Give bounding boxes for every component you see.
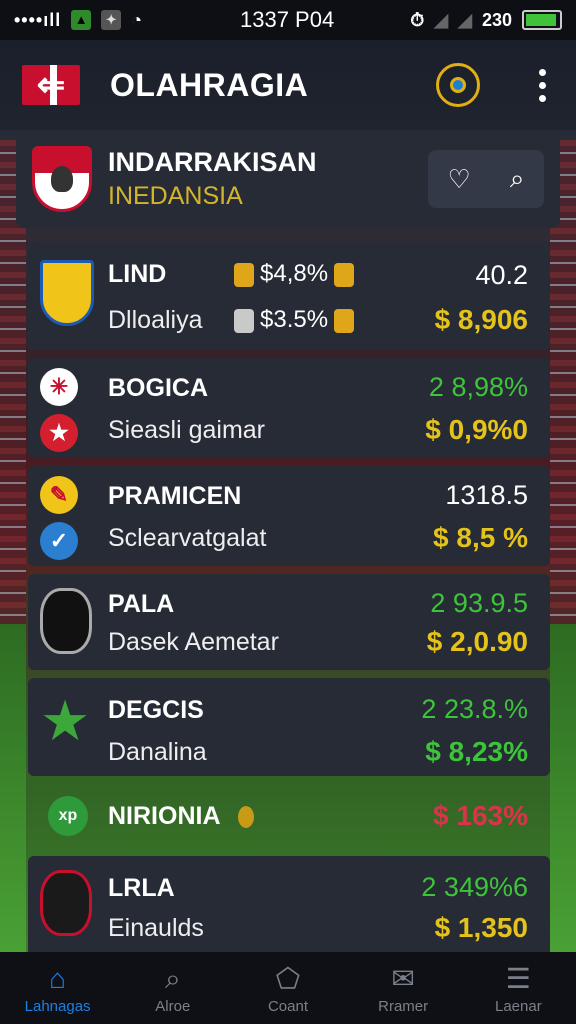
club-name: DEGCIS (108, 696, 204, 724)
home-icon: ⌂ (49, 962, 67, 994)
row-secondary-value: $ 0,9%0 (425, 414, 528, 445)
list-item[interactable]: xp NIRIONIA $ 163% (28, 784, 550, 848)
nav-list[interactable]: ☰ Laenar (463, 962, 573, 1015)
list-item[interactable]: LRLA Einaulds 2 349%6 $ 1,350 (28, 856, 550, 956)
app-notification-icon: ▲ (71, 10, 92, 30)
bottom-navigation: ⌂ Lahnagas ⌕ Alroe ⬠ Coant ✉ Rramer ☰ La… (0, 952, 576, 1024)
page-title: OLAHRAGIA (110, 66, 309, 103)
search-icon[interactable]: ⌕ (510, 163, 525, 195)
pitch-background-left (0, 624, 26, 954)
status-bar: ••••ıll ▲ ✦ ◔ 1337 P04 ⏱ ◢ ◢ 230 (0, 0, 576, 40)
stat-badge-icon (234, 262, 254, 287)
club-subtitle: Einaulds (108, 914, 204, 942)
list-item[interactable]: LIND Dlloaliya $4,8% $3.5% 40.2 $ 8,906 (28, 242, 550, 350)
list-icon: ☰ (505, 962, 531, 994)
back-arrow-icon: ⇐ (36, 66, 66, 104)
club-logo-icon: ✳ (40, 368, 78, 406)
row-secondary-value: $ 163% (433, 800, 528, 831)
club-crest-icon (40, 588, 92, 654)
list-item[interactable]: PALA Dasek Aemetar 2 93.9.5 $ 2,0.90 (28, 574, 550, 670)
trophy-icon: ⬠ (275, 962, 301, 994)
list-item[interactable]: ★ DEGCIS Danalina 2 23.8.% $ 8,23% (28, 678, 550, 776)
nav-count[interactable]: ⬠ Coant (233, 962, 343, 1015)
row-primary-value: 1318.5 (445, 480, 528, 510)
team-crest-icon (32, 146, 92, 212)
stat-badge-icon (334, 308, 355, 333)
stat-value: $4,8% (260, 260, 329, 287)
club-logo-icon: xp (48, 796, 88, 836)
row-secondary-value: $ 8,23% (425, 736, 528, 767)
club-subtitle: Sclearvatgalat (108, 524, 267, 552)
club-subtitle: Dasek Aemetar (108, 628, 279, 656)
row-primary-value: 2 93.9.5 (430, 588, 528, 618)
team-card[interactable]: INDARRAKISAN INEDANSIA ♡ ⌕ (16, 130, 560, 228)
standings-list: LIND Dlloaliya $4,8% $3.5% 40.2 $ 8,906 … (28, 242, 550, 964)
team-subtitle: INEDANSIA (108, 182, 243, 210)
signal-icon: ••••ıll (14, 9, 62, 30)
pitch-background-right (550, 624, 576, 954)
kebab-menu-icon[interactable] (539, 68, 546, 102)
row-primary-value: 2 8,98% (428, 372, 528, 402)
club-subtitle: Danalina (108, 738, 207, 766)
nav-messages[interactable]: ✉ Rramer (348, 962, 458, 1015)
row-primary-value: 2 23.8.% (421, 694, 528, 724)
club-name: LRLA (108, 874, 175, 902)
club-logo-icon: ✎ (40, 476, 78, 514)
club-logo-icon: ✓ (40, 522, 78, 560)
club-star-crest-icon: ★ (40, 689, 91, 752)
row-secondary-value: $ 2,0.90 (426, 626, 528, 657)
stat-badge-icon (334, 262, 355, 287)
back-button[interactable]: ⇐ (22, 65, 80, 105)
wifi-strength-icon: ◢ (434, 9, 449, 30)
club-crest-icon (40, 870, 92, 936)
list-item[interactable]: ✳ ★ BOGICA Sieasli gaimar 2 8,98% $ 0,9%… (28, 358, 550, 458)
alarm-icon: ⏱ (410, 9, 425, 30)
club-subtitle: Dlloaliya (108, 306, 203, 334)
nav-search[interactable]: ⌕ Alroe (118, 962, 228, 1015)
row-secondary-value: $ 1,350 (434, 912, 528, 943)
row-secondary-value: $ 8,5 % (433, 522, 528, 553)
row-primary-value: 40.2 (475, 260, 528, 290)
team-name: INDARRAKISAN (108, 147, 317, 177)
nav-home[interactable]: ⌂ Lahnagas (3, 962, 113, 1015)
club-name: PRAMICEN (108, 482, 242, 510)
club-name: NIRIONIA (108, 802, 221, 830)
club-name: LIND (108, 260, 167, 288)
club-logo-icon: ★ (40, 414, 78, 452)
clock: 1337 P04 (240, 7, 335, 32)
search-icon: ⌕ (164, 962, 181, 994)
wifi-icon: ◔ (131, 9, 143, 30)
heart-icon[interactable]: ♡ (448, 164, 471, 195)
gallery-notification-icon: ✦ (101, 10, 122, 30)
club-name: BOGICA (108, 374, 208, 402)
club-name: PALA (108, 590, 175, 618)
club-crest-icon (40, 260, 94, 326)
list-item[interactable]: ✎ ✓ PRAMICEN Sclearvatgalat 1318.5 $ 8,5… (28, 466, 550, 566)
app-header: ⇐ OLAHRAGIA (0, 40, 576, 130)
drop-icon (234, 308, 254, 333)
card-actions: ♡ ⌕ (428, 150, 544, 208)
profile-icon[interactable] (436, 63, 480, 107)
cell-signal-icon: ◢ (458, 9, 472, 30)
battery-percent: 230 (481, 9, 512, 30)
battery-icon (522, 10, 562, 30)
coin-icon (238, 806, 254, 828)
mail-icon: ✉ (391, 962, 415, 994)
club-subtitle: Sieasli gaimar (108, 416, 266, 444)
row-secondary-value: $ 8,906 (434, 304, 528, 335)
row-primary-value: 2 349%6 (421, 872, 528, 902)
stat-value: $3.5% (260, 306, 329, 333)
